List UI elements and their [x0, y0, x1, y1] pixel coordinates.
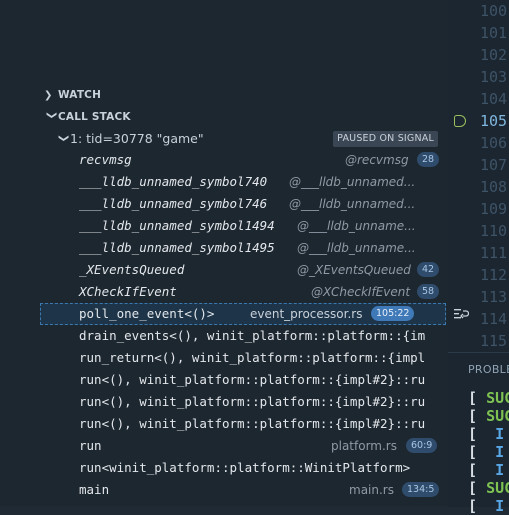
callstack-section-header[interactable]: ❯CALL STACK — [44, 106, 131, 128]
frame-line-badge: 28 — [417, 152, 440, 167]
panel-tab-problems[interactable]: PROBLEMS — [468, 363, 509, 376]
line-number: 108 — [480, 178, 508, 196]
frame-source: @___lldb_unnamed... — [289, 175, 416, 189]
watch-label: WATCH — [58, 89, 102, 101]
stack-frame[interactable]: run<winit_platform::platform::WinitPlatf… — [40, 457, 446, 479]
frame-name: main — [79, 482, 110, 497]
line-number: 113 — [480, 288, 508, 306]
current-frame-pointer-icon — [454, 115, 466, 127]
frame-source: @___lldb_unname... — [297, 241, 416, 255]
line-number: 107 — [480, 156, 508, 174]
frame-line-badge: 60:9 — [406, 438, 438, 453]
frame-name: ___lldb_unnamed_symbol746 — [79, 196, 268, 211]
terminal-line: [ I — [468, 497, 505, 515]
chevron-down-icon: ❯ — [58, 134, 69, 143]
stack-frame[interactable]: main main.rs 134:5 — [40, 479, 446, 501]
frame-name: ___lldb_unnamed_symbol740 — [79, 174, 268, 189]
restart-frame-icon[interactable] — [454, 308, 469, 320]
stack-frame[interactable]: drain_events<(), winit_platform::platfor… — [40, 325, 446, 347]
line-number: 100 — [480, 2, 508, 20]
frame-line-badge: 105:22 — [371, 306, 415, 321]
thread-label: 1: tid=30778 "game" — [70, 131, 204, 146]
line-number: 110 — [480, 222, 508, 240]
line-number: 101 — [480, 24, 508, 42]
line-number: 109 — [480, 200, 508, 218]
line-number: 102 — [480, 46, 508, 64]
line-number: 103 — [480, 68, 508, 86]
terminal-line: [ I — [468, 425, 505, 443]
line-number: 115 — [480, 332, 508, 350]
terminal-line: [ I — [468, 461, 505, 479]
frame-name: recvmsg — [79, 152, 132, 167]
frame-source: platform.rs — [331, 439, 397, 453]
stack-frame[interactable]: run<(), winit_platform::platform::{impl#… — [40, 413, 446, 435]
frame-source: @___lldb_unnamed... — [289, 197, 416, 211]
watch-section-header[interactable]: ❯ WATCH — [44, 84, 101, 106]
frame-source: @XCheckIfEvent — [311, 285, 411, 299]
frame-source: main.rs — [349, 483, 394, 497]
problems-panel: PROBLEMS [ SUC [ SUC [ I [ I [ I [ SUC [… — [448, 352, 509, 515]
stack-frame[interactable]: XCheckIfEvent @XCheckIfEvent 58 — [40, 281, 446, 303]
stack-frame-selected[interactable]: poll_one_event<()> event_processor.rs 10… — [40, 303, 469, 325]
chevron-down-icon: ❯ — [46, 111, 57, 120]
chevron-right-icon: ❯ — [44, 90, 53, 101]
terminal-line: [ SUC — [468, 407, 509, 425]
frame-name: ___lldb_unnamed_symbol1494 — [79, 218, 275, 233]
stack-frame[interactable]: run_return<(), winit_platform::platform:… — [40, 347, 446, 369]
stack-frame[interactable]: ___lldb_unnamed_symbol1495 @___lldb_unna… — [40, 237, 446, 259]
frame-line-badge: 42 — [417, 262, 440, 277]
line-number: 111 — [480, 244, 508, 262]
terminal-line: [ SUC — [468, 389, 509, 407]
frame-name: run — [79, 438, 102, 453]
stack-frame[interactable]: recvmsg @recvmsg 28 — [40, 149, 446, 171]
stack-frame[interactable]: ___lldb_unnamed_symbol740 @___lldb_unnam… — [40, 171, 446, 193]
editor-gutter: 100 101 102 103 104 105 106 107 108 109 … — [448, 0, 509, 352]
frame-name: run<(), winit_platform::platform::{impl#… — [79, 416, 426, 431]
status-badge: PAUSED ON SIGNAL — [333, 131, 438, 147]
line-number: 104 — [480, 90, 508, 108]
frame-name: poll_one_event<()> — [79, 306, 215, 321]
frame-name: ___lldb_unnamed_symbol1495 — [79, 240, 275, 255]
stack-frame[interactable]: run platform.rs 60:9 — [40, 435, 446, 457]
frame-source: event_processor.rs — [250, 307, 363, 321]
line-number: 106 — [480, 134, 508, 152]
frame-name: run<(), winit_platform::platform::{impl#… — [79, 394, 426, 409]
callstack-label: CALL STACK — [58, 111, 131, 123]
frame-name: _XEventsQueued — [79, 262, 185, 277]
frame-source: @___lldb_unname... — [297, 219, 416, 233]
debug-sidebar: ❯ WATCH ❯CALL STACK ❯1: tid=30778 "game" … — [0, 0, 469, 506]
frame-name: drain_events<(), winit_platform::platfor… — [79, 328, 426, 343]
terminal-line: [ SUC — [468, 479, 509, 497]
frame-name: run<(), winit_platform::platform::{impl#… — [79, 372, 426, 387]
frame-name: XCheckIfEvent — [79, 284, 177, 299]
stack-frame[interactable]: run<(), winit_platform::platform::{impl#… — [40, 369, 446, 391]
frame-source: @_XEventsQueued — [297, 263, 411, 277]
stack-frame[interactable]: _XEventsQueued @_XEventsQueued 42 — [40, 259, 446, 281]
frame-line-badge: 58 — [417, 284, 440, 299]
line-number: 114 — [480, 310, 508, 328]
frame-name: run<winit_platform::platform::WinitPlatf… — [79, 460, 411, 475]
frame-line-badge: 134:5 — [402, 482, 440, 497]
stack-frame[interactable]: run<(), winit_platform::platform::{impl#… — [40, 391, 446, 413]
line-number: 112 — [480, 266, 508, 284]
thread-row[interactable]: ❯1: tid=30778 "game" PAUSED ON SIGNAL — [56, 128, 444, 150]
stack-frame[interactable]: ___lldb_unnamed_symbol746 @___lldb_unnam… — [40, 193, 446, 215]
stack-frame[interactable]: ___lldb_unnamed_symbol1494 @___lldb_unna… — [40, 215, 446, 237]
frame-source: @recvmsg — [345, 153, 409, 167]
line-number-active: 105 — [480, 112, 508, 130]
frame-name: run_return<(), winit_platform::platform:… — [79, 350, 426, 365]
terminal-line: [ I — [468, 443, 505, 461]
